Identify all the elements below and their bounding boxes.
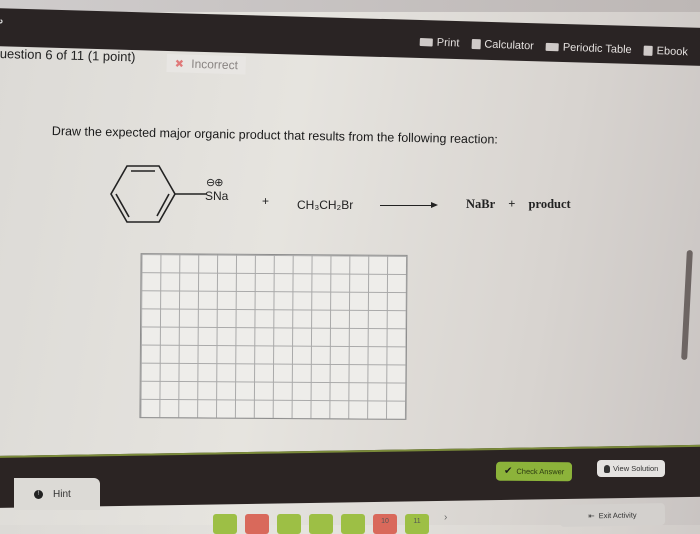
question-tile[interactable] — [277, 514, 301, 534]
benzene-ring-structure — [110, 165, 206, 223]
periodic-table-icon — [545, 42, 559, 52]
question-tile[interactable]: 10 — [373, 514, 397, 534]
plus-sign: + — [262, 194, 270, 208]
calculator-label: Calculator — [484, 38, 535, 53]
reactant-sodium-thiolate: SNa — [205, 189, 229, 203]
product-nabr: NaBr — [466, 197, 496, 211]
question-tile[interactable] — [341, 514, 365, 534]
product-plus: + — [508, 197, 516, 211]
product-label: product — [528, 197, 571, 211]
lightbulb-icon — [604, 464, 610, 473]
ebook-button[interactable]: Ebook — [643, 45, 689, 59]
status-text: Incorrect — [191, 56, 239, 73]
charge-symbols: ⊖⊕ — [206, 177, 223, 189]
view-solution-button[interactable]: View Solution — [597, 460, 666, 477]
question-header: uestion 6 of 11 (1 point) — [0, 46, 136, 65]
print-label: Print — [436, 36, 460, 50]
print-button[interactable]: Print — [419, 36, 460, 50]
calculator-icon — [471, 38, 481, 50]
check-answer-label: Check Answer — [516, 466, 565, 477]
hint-label: Hint — [53, 488, 71, 500]
question-navigation: 10 11 — [213, 514, 429, 534]
screen-bezel — [0, 0, 700, 12]
bottom-action-bar — [0, 444, 700, 508]
status-badge: ✖ Incorrect — [166, 54, 247, 75]
book-icon — [643, 45, 653, 56]
benzene-ring — [110, 165, 176, 223]
scrollbar[interactable] — [681, 249, 693, 361]
exit-activity-button[interactable]: ⇤ Exit Activity — [559, 503, 666, 527]
calculator-button[interactable]: Calculator — [471, 38, 534, 52]
back-arrow-icon[interactable]: ↩ — [0, 14, 4, 31]
hint-button[interactable]: ! Hint — [14, 478, 100, 510]
periodic-table-label: Periodic Table — [562, 41, 632, 57]
exit-icon: ⇤ — [588, 510, 595, 520]
question-tile[interactable] — [309, 514, 333, 534]
question-prompt: Draw the expected major organic product … — [51, 124, 498, 147]
reaction-arrow — [380, 202, 438, 208]
double-bond — [156, 193, 170, 217]
view-solution-label: View Solution — [613, 464, 659, 473]
products: NaBr + product — [466, 197, 581, 212]
ebook-label: Ebook — [656, 45, 689, 59]
exit-activity-label: Exit Activity — [598, 510, 637, 520]
question-tile[interactable] — [213, 514, 237, 534]
incorrect-icon: ✖ — [174, 58, 185, 71]
reactant-ethyl-bromide: CH₃CH₂Br — [297, 198, 354, 212]
drawing-canvas[interactable] — [139, 253, 408, 420]
check-answer-button[interactable]: ✔ Check Answer — [495, 461, 573, 482]
next-page-icon[interactable]: › — [444, 512, 447, 523]
question-tile[interactable] — [245, 514, 269, 534]
printer-icon — [419, 37, 433, 47]
question-tile[interactable]: 11 — [405, 514, 429, 534]
check-icon: ✔ — [503, 465, 513, 477]
hint-icon: ! — [34, 489, 43, 499]
